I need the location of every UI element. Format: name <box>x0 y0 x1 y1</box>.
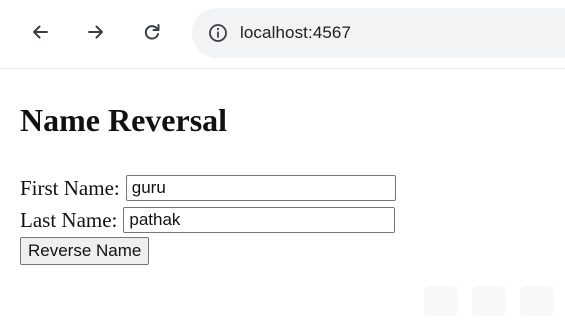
arrow-right-icon <box>86 22 106 42</box>
back-button[interactable] <box>24 16 56 48</box>
page-content: Name Reversal First Name: Last Name: Rev… <box>20 100 396 265</box>
faint-overlay-square <box>424 286 458 316</box>
page-title: Name Reversal <box>20 102 228 138</box>
forward-button[interactable] <box>80 16 112 48</box>
arrow-left-icon <box>30 22 50 42</box>
faint-overlay-square <box>472 286 506 316</box>
faint-overlay-square <box>520 286 554 316</box>
browser-toolbar: localhost:4567 <box>0 0 565 69</box>
last-name-label: Last Name: <box>20 207 118 232</box>
last-name-row: Last Name: <box>20 204 396 236</box>
first-name-row: First Name: <box>20 172 396 204</box>
url-text: localhost:4567 <box>240 23 352 42</box>
name-form: First Name: Last Name: Reverse Name <box>20 172 396 265</box>
reload-icon <box>142 22 162 42</box>
reload-button[interactable] <box>136 16 168 48</box>
first-name-label: First Name: <box>20 175 120 200</box>
address-bar[interactable]: localhost:4567 <box>192 8 565 58</box>
last-name-input[interactable] <box>123 207 396 233</box>
first-name-input[interactable] <box>125 175 396 201</box>
info-circle-icon[interactable] <box>206 21 230 45</box>
reverse-name-button[interactable]: Reverse Name <box>20 237 150 265</box>
